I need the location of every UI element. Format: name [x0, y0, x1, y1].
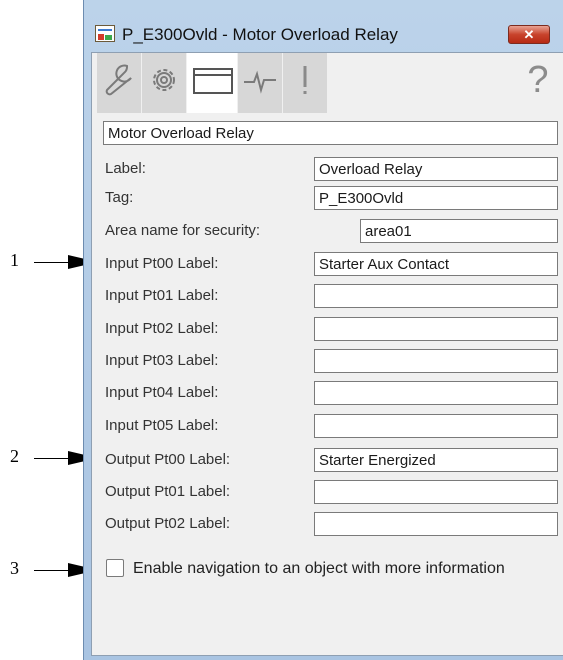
output-pt02-label: Output Pt02 Label:: [105, 515, 231, 532]
app-icon: [95, 25, 115, 42]
tab-alarms[interactable]: [283, 53, 327, 113]
label-field[interactable]: [314, 157, 558, 181]
properties-panel: ? Label: Tag: Area name for security: In…: [91, 52, 563, 656]
callout-number: 3: [10, 558, 19, 578]
close-button[interactable]: ✕: [508, 25, 550, 44]
tab-hmi-configuration[interactable]: [187, 53, 237, 113]
enable-navigation-label: Enable navigation to an object with more…: [133, 560, 505, 577]
label-field-label: Label:: [105, 160, 146, 177]
help-icon[interactable]: ?: [518, 55, 558, 105]
input-pt04-label: Input Pt04 Label:: [105, 384, 219, 401]
tab-engineering[interactable]: [142, 53, 186, 113]
window-title: P_E300Ovld - Motor Overload Relay: [122, 25, 398, 44]
title-bar[interactable]: P_E300Ovld - Motor Overload Relay ✕: [84, 0, 563, 44]
output-pt01-label: Output Pt01 Label:: [105, 483, 231, 500]
faceplate-window: P_E300Ovld - Motor Overload Relay ✕ ? Mo…: [83, 0, 563, 660]
input-pt00-label: Input Pt00 Label:: [105, 255, 219, 272]
callout-number: 1: [10, 250, 19, 270]
input-pt02-label: Input Pt02 Label:: [105, 320, 219, 337]
exclamation-icon: [303, 66, 307, 94]
trend-icon: [244, 70, 276, 94]
tab-bar: ?: [92, 53, 563, 113]
gear-icon: [153, 69, 175, 91]
input-pt01-field[interactable]: [314, 284, 558, 308]
input-pt05-label: Input Pt05 Label:: [105, 417, 219, 434]
input-pt05-field[interactable]: [314, 414, 558, 438]
area-security-field[interactable]: [360, 219, 558, 243]
output-pt00-field[interactable]: [314, 448, 558, 472]
tab-trends[interactable]: [238, 53, 282, 113]
input-pt03-field[interactable]: [314, 349, 558, 373]
input-pt04-field[interactable]: [314, 381, 558, 405]
tag-field[interactable]: [314, 186, 558, 210]
callout-number: 2: [10, 446, 19, 466]
close-icon: ✕: [523, 27, 535, 42]
input-pt00-field[interactable]: [314, 252, 558, 276]
window-icon: [193, 68, 233, 94]
output-pt00-label: Output Pt00 Label:: [105, 451, 231, 468]
output-pt02-field[interactable]: [314, 512, 558, 536]
area-security-label: Area name for security:: [105, 222, 261, 239]
input-pt01-label: Input Pt01 Label:: [105, 287, 219, 304]
output-pt01-field[interactable]: [314, 480, 558, 504]
wrench-icon: [105, 64, 132, 96]
tag-field-label: Tag:: [105, 189, 134, 206]
input-pt03-label: Input Pt03 Label:: [105, 352, 219, 369]
description-field[interactable]: [103, 121, 558, 145]
input-pt02-field[interactable]: [314, 317, 558, 341]
tab-maintenance[interactable]: [97, 53, 141, 113]
callout-line: [34, 458, 70, 459]
callout-line: [34, 570, 70, 571]
callout-line: [34, 262, 70, 263]
enable-navigation-checkbox[interactable]: [106, 559, 124, 577]
